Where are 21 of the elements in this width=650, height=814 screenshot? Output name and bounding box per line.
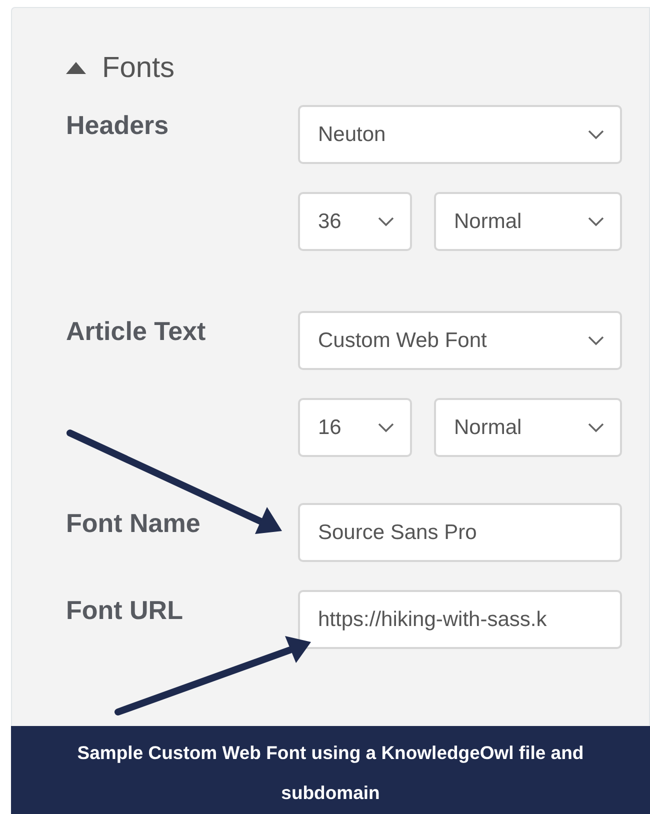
chevron-icon [588,422,604,432]
dropdown[interactable]: 36 [298,192,412,251]
chevron-icon [588,336,604,346]
input-field[interactable]: https://hiking-with-sass.k [298,590,622,649]
input-field[interactable]: Source Sans Pro [298,503,622,562]
dropdown[interactable]: Custom Web Font [298,311,622,370]
dropdown[interactable]: Normal [434,398,622,457]
dropdown[interactable]: 16 [298,398,412,457]
chevron-icon [378,216,394,226]
section-title[interactable]: Fonts [102,52,175,84]
chevron-icon [378,422,394,432]
field-label: Font URL [66,594,183,626]
field-label: Headers [66,109,169,141]
field-label: Font Name [66,507,200,539]
caret-icon[interactable] [66,60,86,76]
chevron-icon [588,216,604,226]
chevron-icon [588,130,604,140]
field-label: Article Text [66,315,206,347]
image-caption: Sample Custom Web Font using a KnowledgeOwl file and subdomain [76,741,585,805]
dropdown[interactable]: Normal [434,192,622,251]
dropdown[interactable]: Neuton [298,105,622,164]
